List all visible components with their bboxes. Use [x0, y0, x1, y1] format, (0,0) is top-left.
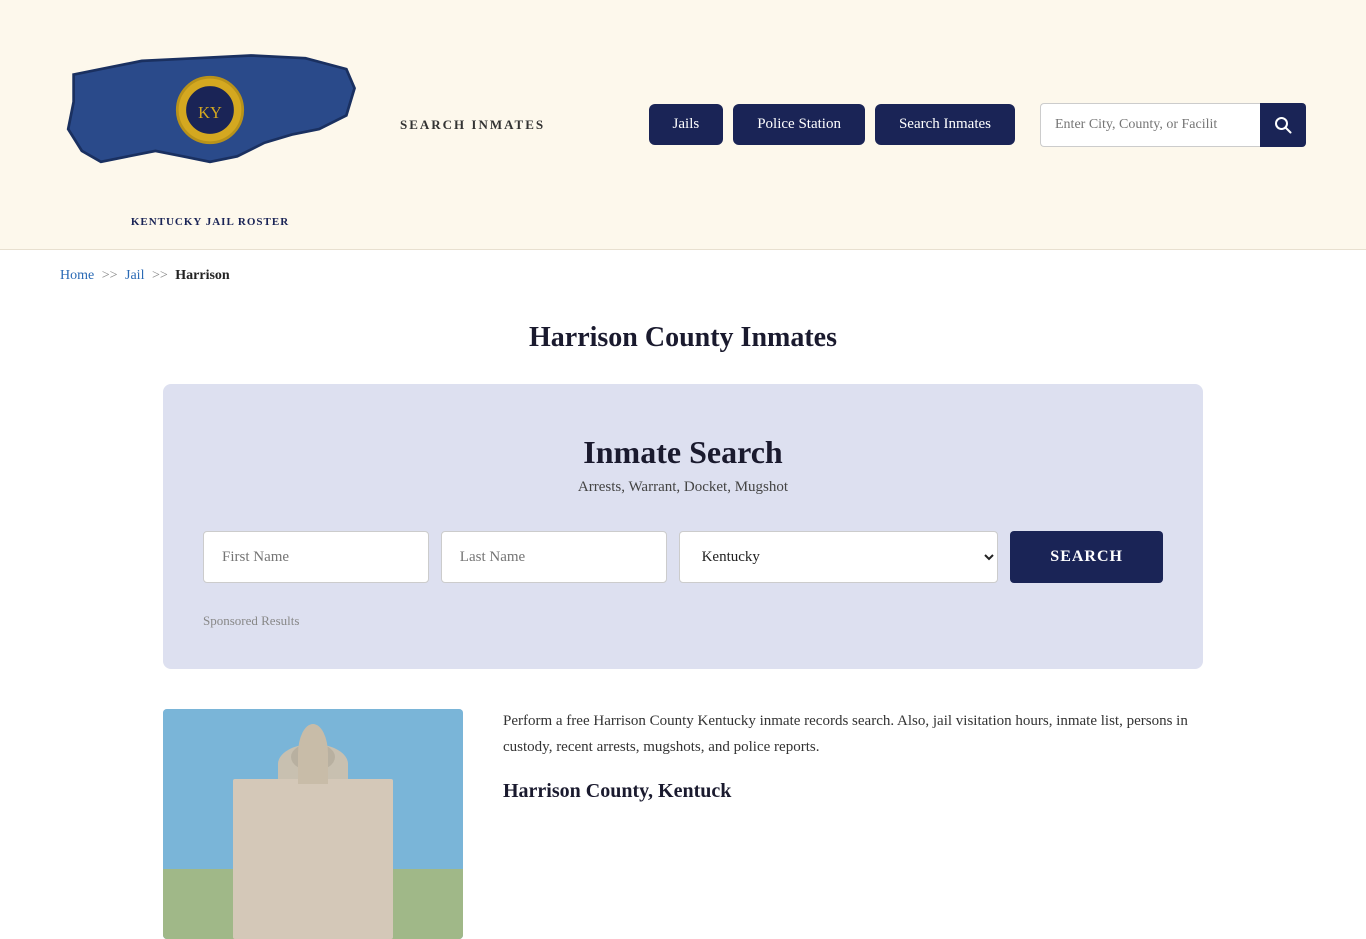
- courthouse-svg: [163, 709, 463, 939]
- description-area: Perform a free Harrison County Kentucky …: [503, 709, 1203, 803]
- logo-text: KENTUCKY JAIL ROSTER: [131, 215, 289, 229]
- header-search-input[interactable]: [1040, 103, 1260, 147]
- police-station-button[interactable]: Police Station: [733, 104, 865, 145]
- inmate-search-form: AlabamaAlaskaArizonaArkansasCaliforniaCo…: [203, 531, 1163, 583]
- page-title-area: Harrison County Inmates: [163, 302, 1203, 384]
- site-header: KY KENTUCKY JAIL ROSTER SEARCH INMATES J…: [0, 0, 1366, 250]
- kentucky-map-icon: KY: [60, 20, 360, 211]
- jails-button[interactable]: Jails: [649, 104, 724, 145]
- inmate-search-subtitle: Arrests, Warrant, Docket, Mugshot: [203, 479, 1163, 496]
- svg-text:KY: KY: [198, 103, 222, 122]
- description-text: Perform a free Harrison County Kentucky …: [503, 709, 1203, 760]
- breadcrumb: Home >> Jail >> Harrison: [0, 250, 1366, 302]
- first-name-input[interactable]: [203, 531, 429, 583]
- search-submit-button[interactable]: SEARCH: [1010, 531, 1163, 583]
- site-logo[interactable]: KY KENTUCKY JAIL ROSTER: [60, 20, 360, 229]
- breadcrumb-sep-1: >>: [102, 268, 118, 283]
- courthouse-image: [163, 709, 463, 939]
- search-icon: [1274, 116, 1292, 134]
- breadcrumb-current: Harrison: [175, 268, 229, 283]
- inmate-search-title: Inmate Search: [203, 434, 1163, 471]
- site-title: SEARCH INMATES: [400, 117, 545, 133]
- header-search-button[interactable]: [1260, 103, 1306, 147]
- inmate-search-box: Inmate Search Arrests, Warrant, Docket, …: [163, 384, 1203, 669]
- state-select[interactable]: AlabamaAlaskaArizonaArkansasCaliforniaCo…: [679, 531, 999, 583]
- search-inmates-button[interactable]: Search Inmates: [875, 104, 1015, 145]
- breadcrumb-sep-2: >>: [152, 268, 168, 283]
- breadcrumb-home[interactable]: Home: [60, 268, 94, 283]
- page-title: Harrison County Inmates: [163, 322, 1203, 354]
- main-nav: Jails Police Station Search Inmates: [649, 103, 1306, 147]
- sponsored-label: Sponsored Results: [203, 613, 1163, 629]
- bottom-section: Perform a free Harrison County Kentucky …: [163, 709, 1203, 939]
- main-content: Harrison County Inmates Inmate Search Ar…: [123, 302, 1243, 939]
- header-search-bar: [1040, 103, 1306, 147]
- last-name-input[interactable]: [441, 531, 667, 583]
- breadcrumb-jail[interactable]: Jail: [125, 268, 144, 283]
- description-subtitle: Harrison County, Kentuck: [503, 780, 1203, 803]
